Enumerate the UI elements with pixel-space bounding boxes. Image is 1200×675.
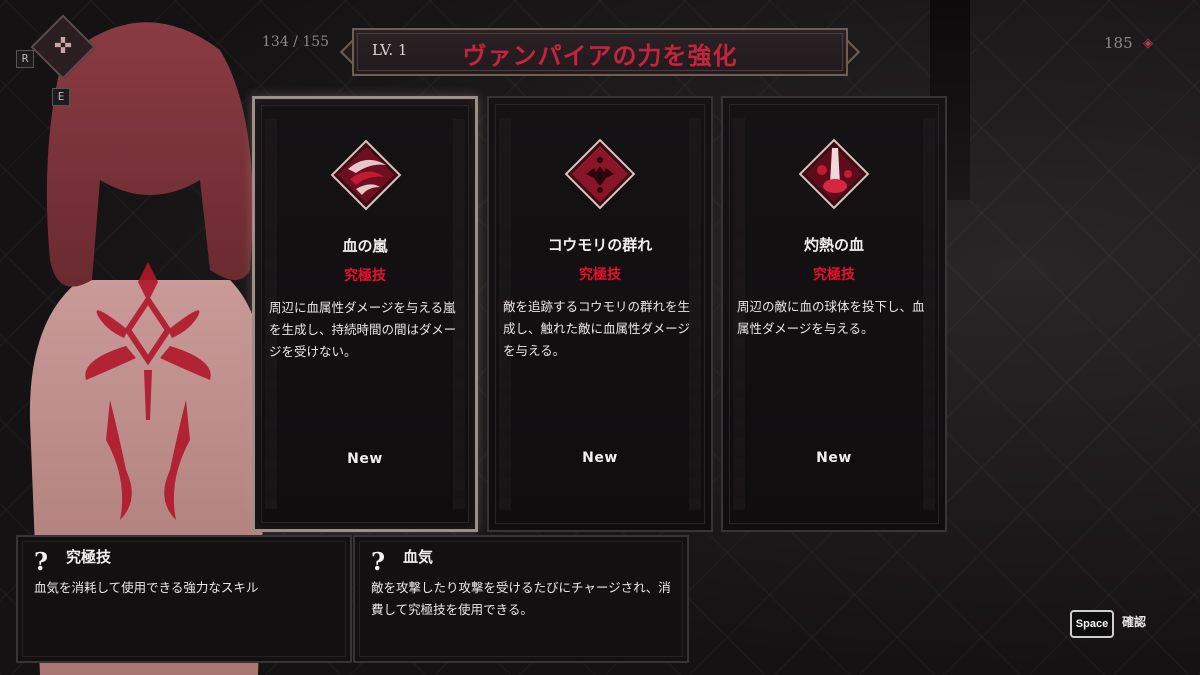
banner-title: ヴァンパイアの力を強化 xyxy=(462,42,738,70)
card-description: 周辺の敵に血の球体を投下し、血属性ダメージを与える。 xyxy=(737,299,925,336)
upgrade-banner: LV. 1 ヴァンパイアの力を強化 xyxy=(338,24,862,80)
card-description: 敵を追跡するコウモリの群れを生成し、触れた敵に血属性ダメージを与える。 xyxy=(503,299,691,358)
card-title: コウモリの群れ xyxy=(547,236,653,254)
info-panel-ultimate: ? 究極技 血気を消耗して使用できる強力なスキル xyxy=(16,535,352,663)
card-description: 周辺に血属性ダメージを与える嵐を生成し、持続時間の間はダメージを受けない。 xyxy=(269,300,457,359)
new-badge: New xyxy=(582,450,618,466)
blood-gem-icon: ◈ xyxy=(1143,36,1153,51)
crosshair-emblem-icon: ✜ xyxy=(53,34,73,59)
info-title: 血気 xyxy=(403,548,434,566)
new-badge: New xyxy=(816,450,852,466)
key-e-badge: E xyxy=(52,88,70,106)
card-title: 灼熱の血 xyxy=(803,236,864,254)
space-key-button[interactable]: Space xyxy=(1070,610,1114,638)
key-r-badge: R xyxy=(16,50,34,68)
skill-card-blood-storm[interactable]: 血の嵐 究極技 周辺に血属性ダメージを与える嵐を生成し、持続時間の間はダメージを… xyxy=(252,96,478,532)
card-title: 血の嵐 xyxy=(342,237,388,255)
help-question-icon: ? xyxy=(34,547,49,576)
info-text: 敵を攻撃したり攻撃を受けるたびにチャージされ、消費して究極技を使用できる。 xyxy=(371,580,671,617)
card-tag: 究極技 xyxy=(579,267,621,283)
currency-counter: 185 xyxy=(1104,34,1133,52)
info-panel-blood-energy: ? 血気 敵を攻撃したり攻撃を受けるたびにチャージされ、消費して究極技を使用でき… xyxy=(353,535,689,663)
card-tag: 究極技 xyxy=(813,267,855,283)
info-text: 血気を消耗して使用できる強力なスキル xyxy=(34,580,259,595)
skill-card-bat-swarm[interactable]: コウモリの群れ 究極技 敵を追跡するコウモリの群れを生成し、触れた敵に血属性ダメ… xyxy=(487,96,713,532)
resource-counter: 134 / 155 xyxy=(262,34,330,50)
new-badge: New xyxy=(347,451,383,467)
bat-swarm-icon xyxy=(564,138,636,210)
skill-card-burning-blood[interactable]: 灼熱の血 究極技 周辺の敵に血の球体を投下し、血属性ダメージを与える。 New xyxy=(721,96,947,532)
blood-storm-icon xyxy=(330,139,402,211)
info-title: 究極技 xyxy=(66,548,112,566)
card-tag: 究極技 xyxy=(344,268,386,284)
burning-blood-icon xyxy=(798,138,870,210)
help-question-icon: ? xyxy=(371,547,386,576)
confirm-label: 確認 xyxy=(1122,615,1147,629)
